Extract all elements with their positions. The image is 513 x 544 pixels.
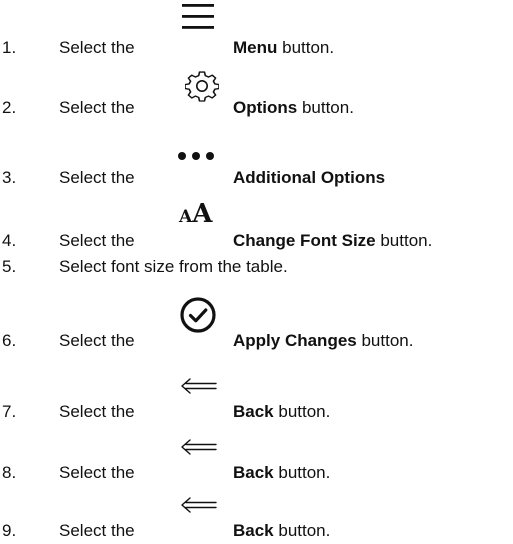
hamburger-menu-icon [180, 2, 216, 32]
step-suffix: button. [273, 521, 331, 540]
step-number: 5. [2, 257, 17, 276]
button-name: Back [233, 463, 274, 482]
button-name: Back [233, 402, 274, 421]
step-number: 2. [2, 98, 17, 117]
step-instruction: Back button. [233, 463, 330, 483]
button-name: Change Font Size [233, 231, 376, 250]
step-suffix: button. [375, 231, 433, 250]
step-suffix: button. [273, 402, 331, 421]
step-number: 4. [2, 231, 17, 250]
step-lead-text: Select the [59, 168, 135, 187]
step-instruction: Apply Changes button. [233, 331, 413, 351]
step-suffix: button. [356, 331, 414, 350]
step-number: 8. [2, 463, 17, 482]
step-instruction: Additional Options [233, 168, 385, 188]
step-instruction: Back button. [233, 521, 330, 541]
step-instruction: Menu button. [233, 38, 334, 58]
step-instruction: Back button. [233, 402, 330, 422]
step-lead-text: Select the [59, 463, 135, 482]
button-name: Menu [233, 38, 278, 57]
step-lead-text: Select the [59, 402, 135, 421]
step-text: Select font size from the table. [59, 257, 288, 276]
step-lead-text: Select the [59, 98, 135, 117]
step-number: 3. [2, 168, 17, 187]
button-name: Additional Options [233, 168, 386, 187]
back-arrow-icon [180, 439, 218, 455]
check-circle-icon [179, 296, 217, 334]
step-lead-text: Select the [59, 331, 135, 350]
back-arrow-icon [180, 497, 218, 513]
ellipsis-icon [176, 150, 216, 162]
step-number: 7. [2, 402, 17, 421]
step-lead-text: Select the [59, 231, 135, 250]
button-name: Apply Changes [233, 331, 357, 350]
step-number: 1. [2, 38, 17, 57]
step-number: 9. [2, 521, 17, 540]
step-instruction: Change Font Size button. [233, 231, 432, 251]
gear-icon [185, 70, 219, 104]
button-name: Options [233, 98, 298, 117]
back-arrow-icon [180, 378, 218, 394]
step-suffix: button. [273, 463, 331, 482]
step-lead-text: Select the [59, 38, 135, 57]
button-name: Back [233, 521, 274, 540]
step-suffix: button. [297, 98, 354, 117]
step-suffix: button. [277, 38, 335, 57]
step-instruction: Options button. [233, 98, 354, 118]
step-number: 6. [2, 331, 17, 350]
font-size-icon: AA [179, 199, 213, 229]
step-lead-text: Select the [59, 521, 135, 540]
